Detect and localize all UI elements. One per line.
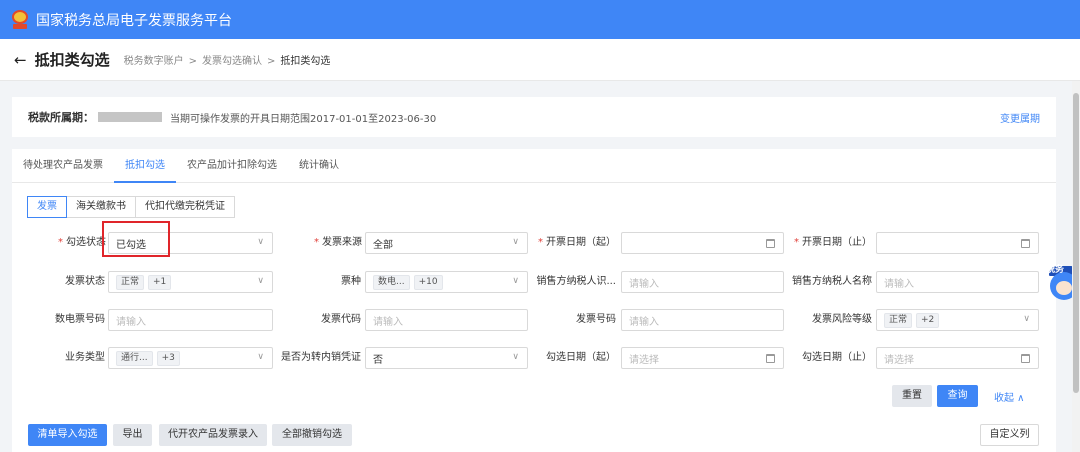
invoice-code-label: 发票代码 [321,314,361,325]
tag: 数电... [373,274,410,290]
tax-period-label: 税款所属期： [28,111,94,124]
tag-more: +10 [413,274,443,290]
invoice-status-select[interactable]: 正常 +1 ∨ [108,271,273,293]
page-title: 抵扣类勾选 [34,51,110,69]
scrollbar-thumb[interactable] [1073,93,1079,393]
mascot-text: 税务 [1046,265,1065,275]
reset-button[interactable]: 重置 [892,385,932,407]
tab-stat-confirm[interactable]: 统计确认 [288,149,350,183]
seller-name-label: 销售方纳税人名称 [792,276,872,287]
invoice-status-label: 发票状态 [65,276,105,287]
vertical-scrollbar[interactable] [1072,81,1080,452]
transfer-voucher-label: 是否为转内销凭证 [281,352,361,363]
digital-invoice-no-label: 数电票号码 [55,314,105,325]
invoice-no-input[interactable]: 请输入 [621,309,784,331]
transfer-voucher-select[interactable]: 否 ∨ [365,347,528,369]
seller-id-input[interactable]: 请输入 [621,271,784,293]
tag: 正常 [116,274,145,290]
custom-columns-button[interactable]: 自定义列 [980,424,1039,446]
digital-invoice-no-input[interactable]: 请输入 [108,309,273,331]
subtab-group: 发票 海关缴款书 代扣代缴完税凭证 [27,196,235,218]
tab-bar: 待处理农产品发票 抵扣勾选 农产品加计扣除勾选 统计确认 [12,149,1056,183]
chevron-down-icon: ∨ [512,352,519,362]
tag-more: +2 [916,312,940,328]
chevron-down-icon: ∨ [257,237,264,247]
tab-deduction-check[interactable]: 抵扣勾选 [114,149,176,183]
seller-name-input[interactable]: 请输入 [876,271,1039,293]
required-mark: * [538,237,543,248]
tax-period-desc: 当期可操作发票的开具日期范围2017-01-01至2023-06-30 [170,113,437,125]
chevron-down-icon: ∨ [512,237,519,247]
check-date-end-label: 勾选日期（止） [802,352,872,363]
ticket-type-label: 票种 [341,276,361,287]
seller-id-label: 销售方纳税人识... [536,276,616,287]
invoice-no-label: 发票号码 [576,314,616,325]
check-date-start-picker[interactable]: 请选择 [621,347,784,369]
required-mark: * [794,237,799,248]
risk-level-label: 发票风险等级 [812,314,872,325]
breadcrumb-current: 抵扣类勾选 [280,56,331,67]
tag-more: +3 [156,350,180,366]
check-date-end-picker[interactable]: 请选择 [876,347,1039,369]
tag-more: +1 [148,274,172,290]
calendar-icon [1021,354,1030,363]
required-mark: * [314,237,319,248]
risk-level-select[interactable]: 正常 +2 ∨ [876,309,1039,331]
collapse-link[interactable]: 收起 ∧ [994,389,1025,404]
business-type-label: 业务类型 [65,352,105,363]
breadcrumb-item[interactable]: 发票勾选确认 [202,56,262,67]
title-bar: ← 抵扣类勾选 税务数字账户 > 发票勾选确认 > 抵扣类勾选 [0,39,1080,81]
tax-period-bar: 税款所属期： 当期可操作发票的开具日期范围2017-01-01至2023-06-… [12,97,1056,137]
invoice-source-select[interactable]: 全部 ∨ [365,232,528,254]
chevron-down-icon: ∨ [257,276,264,286]
export-button[interactable]: 导出 [113,424,152,446]
tab-pending-agri[interactable]: 待处理农产品发票 [12,149,114,183]
agri-invoice-entry-button[interactable]: 代开农产品发票录入 [159,424,267,446]
redacted-period [98,112,162,122]
change-period-link[interactable]: 变更属期 [1000,110,1040,125]
ticket-type-select[interactable]: 数电... +10 ∨ [365,271,528,293]
business-type-select[interactable]: 通行... +3 ∨ [108,347,273,369]
tag: 通行... [116,350,153,366]
chevron-down-icon: ∨ [512,276,519,286]
breadcrumb-separator: > [188,56,197,67]
subtab-customs[interactable]: 海关缴款书 [66,196,136,218]
issue-date-end-picker[interactable] [876,232,1039,254]
breadcrumb-separator: > [266,56,276,67]
subtab-withholding[interactable]: 代扣代缴完税凭证 [135,196,235,218]
check-status-select[interactable]: 已勾选 ∨ [108,232,273,254]
breadcrumb: 税务数字账户 > 发票勾选确认 > 抵扣类勾选 [124,52,331,67]
issue-date-end-label: * 开票日期（止） [794,237,872,248]
query-button[interactable]: 查询 [937,385,978,407]
chevron-down-icon: ∨ [1023,314,1030,324]
tax-emblem-icon [10,9,30,31]
platform-title: 国家税务总局电子发票服务平台 [36,12,232,29]
required-mark: * [58,237,63,248]
top-header: 国家税务总局电子发票服务平台 [0,0,1080,39]
check-status-label: * 勾选状态 [58,237,106,248]
subtab-invoice[interactable]: 发票 [27,196,67,218]
calendar-icon [1021,239,1030,248]
cancel-all-check-button[interactable]: 全部撤销勾选 [272,424,352,446]
tag: 正常 [884,312,913,328]
issue-date-start-picker[interactable] [621,232,784,254]
check-date-start-label: 勾选日期（起） [546,352,616,363]
back-arrow-icon[interactable]: ← [14,51,27,69]
invoice-code-input[interactable]: 请输入 [365,309,528,331]
tab-agri-plus[interactable]: 农产品加计扣除勾选 [176,149,288,183]
invoice-source-label: * 发票来源 [314,237,362,248]
list-import-check-button[interactable]: 清单导入勾选 [28,424,107,446]
issue-date-start-label: * 开票日期（起） [538,237,616,248]
breadcrumb-item[interactable]: 税务数字账户 [124,56,184,67]
chevron-down-icon: ∨ [257,352,264,362]
